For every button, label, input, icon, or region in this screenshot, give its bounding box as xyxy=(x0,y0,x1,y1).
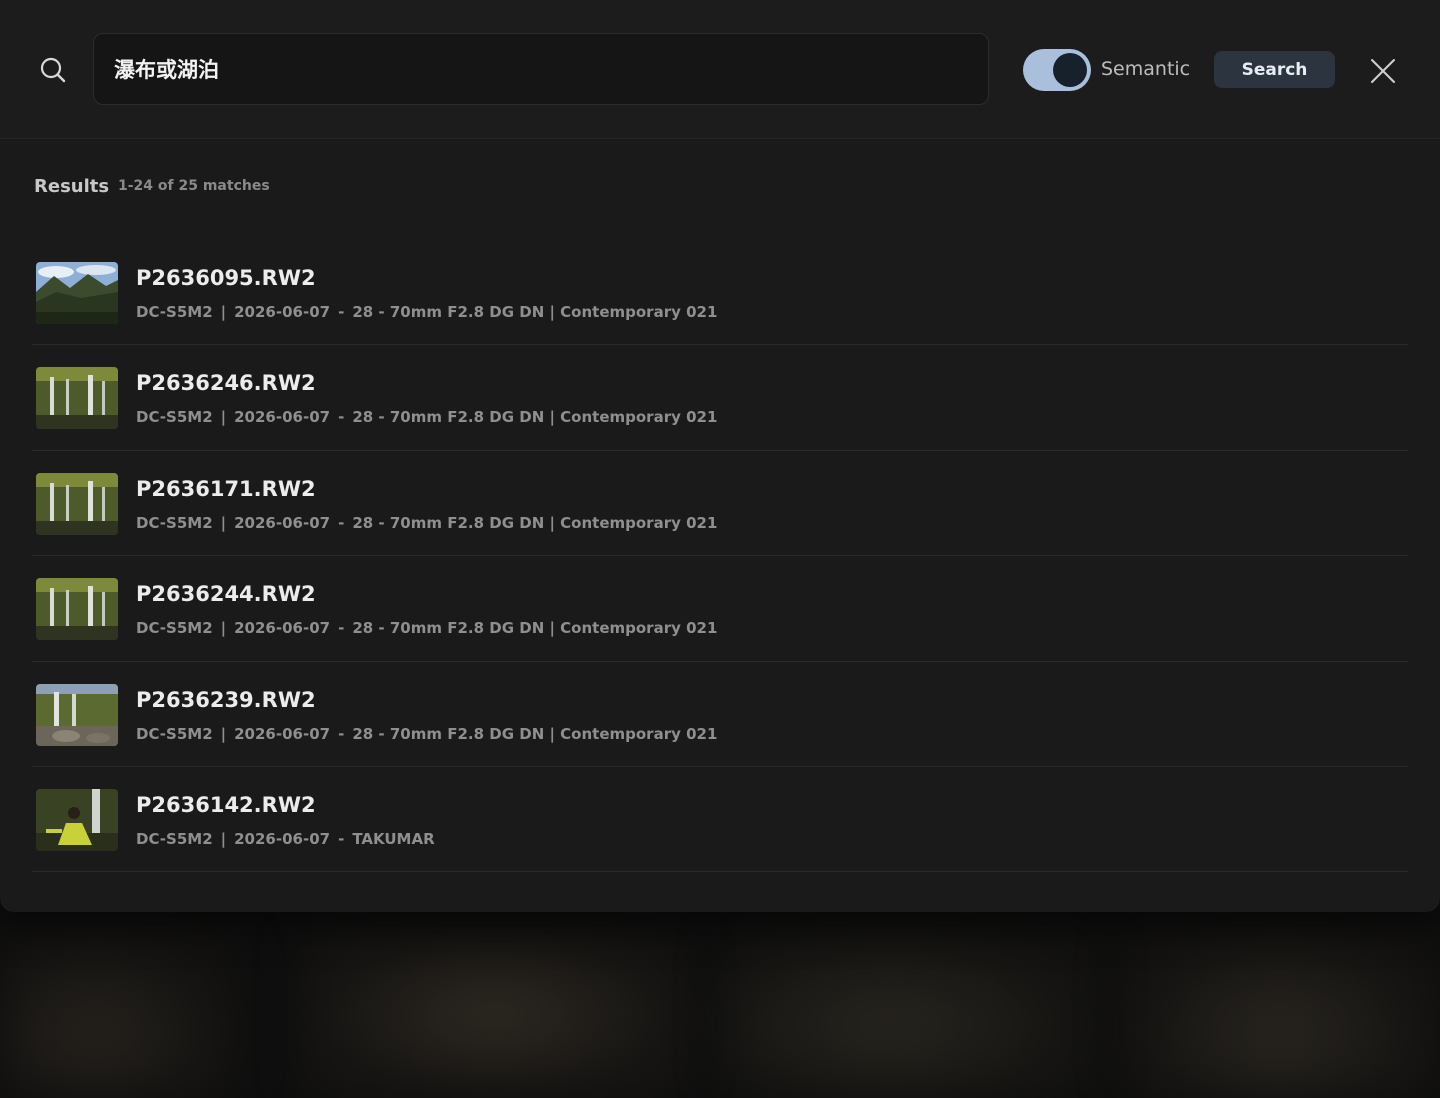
meta-separator: - xyxy=(338,724,345,743)
result-thumbnail[interactable] xyxy=(36,788,118,851)
close-icon[interactable] xyxy=(1368,56,1398,86)
result-filename: P2636246.RW2 xyxy=(136,371,316,396)
result-filename: P2636142.RW2 xyxy=(136,792,316,817)
result-thumbnail[interactable] xyxy=(36,262,118,324)
result-thumbnail[interactable] xyxy=(36,472,118,535)
result-lens: 28 - 70mm F2.8 DG DN | Contemporary 021 xyxy=(352,619,718,638)
result-date: 2026-06-07 xyxy=(234,619,331,638)
result-meta: DC-S5M2 | 2026-06-07-28 - 70mm F2.8 DG DN … xyxy=(136,303,717,321)
meta-separator: - xyxy=(338,408,345,427)
result-lens: 28 - 70mm F2.8 DG DN | Contemporary 021 xyxy=(352,303,718,321)
result-row[interactable]: P2636246.RW2 DC-S5M2 | 2026-06-07-28 - 70mm… xyxy=(32,345,1408,451)
result-meta: DC-S5M2 | 2026-06-07-28 - 70mm F2.8 DG DN … xyxy=(136,408,717,426)
background-thumbnail xyxy=(0,930,240,1098)
meta-separator: | xyxy=(220,619,227,638)
search-modal: Semantic Search Results 1-24 of 25 match… xyxy=(0,0,1440,912)
semantic-toggle[interactable] xyxy=(1023,49,1091,91)
result-camera: DC-S5M2 xyxy=(136,408,213,427)
result-camera: DC-S5M2 xyxy=(136,829,213,848)
result-meta: DC-S5M2 | 2026-06-07-28 - 70mm F2.8 DG DN … xyxy=(136,619,717,637)
background-thumbnail xyxy=(720,930,1100,1098)
result-meta: DC-S5M2 | 2026-06-07-28 - 70mm F2.8 DG DN … xyxy=(136,514,717,532)
result-row[interactable]: P2636239.RW2 DC-S5M2 | 2026-06-07-28 - 70mm… xyxy=(32,662,1408,767)
result-camera: DC-S5M2 xyxy=(136,513,213,532)
result-row[interactable]: P2636095.RW2 DC-S5M2 | 2026-06-07-28 - 70mm… xyxy=(32,240,1408,346)
meta-separator: - xyxy=(338,513,345,532)
result-lens: 28 - 70mm F2.8 DG DN | Contemporary 021 xyxy=(352,408,718,427)
meta-separator: | xyxy=(220,829,227,848)
result-lens: 28 - 70mm F2.8 DG DN | Contemporary 021 xyxy=(352,513,718,532)
result-meta: DC-S5M2 | 2026-06-07- TAKUMAR xyxy=(136,830,435,848)
meta-separator: - xyxy=(338,619,345,638)
result-row[interactable]: P2636171.RW2 DC-S5M2 | 2026-06-07-28 - 70mm… xyxy=(32,451,1408,557)
results-list: P2636095.RW2 DC-S5M2 | 2026-06-07-28 - 70mm… xyxy=(32,240,1408,873)
meta-separator: - xyxy=(338,829,345,848)
result-date: 2026-06-07 xyxy=(234,408,331,427)
result-filename: P2636244.RW2 xyxy=(136,582,316,607)
results-title: Results xyxy=(34,176,110,197)
result-filename: P2636171.RW2 xyxy=(136,476,316,501)
result-row[interactable]: P2636244.RW2 DC-S5M2 | 2026-06-07-28 - 70mm… xyxy=(32,556,1408,662)
meta-separator: | xyxy=(220,724,227,743)
result-filename: P2636239.RW2 xyxy=(136,687,316,712)
results-count: 1-24 of 25 matches xyxy=(118,178,270,194)
search-button[interactable]: Search xyxy=(1214,51,1335,88)
result-thumbnail[interactable] xyxy=(36,683,118,746)
background-thumbnail xyxy=(300,930,690,1098)
result-thumbnail[interactable] xyxy=(36,367,118,430)
search-icon xyxy=(40,57,66,83)
result-filename: P2636095.RW2 xyxy=(136,266,316,290)
result-camera: DC-S5M2 xyxy=(136,303,213,321)
search-header: Semantic Search xyxy=(0,0,1440,139)
result-date: 2026-06-07 xyxy=(234,724,331,743)
meta-separator: | xyxy=(220,408,227,427)
result-date: 2026-06-07 xyxy=(234,829,331,848)
result-camera: DC-S5M2 xyxy=(136,619,213,638)
result-row[interactable]: P2636142.RW2 DC-S5M2 | 2026-06-07- TAKUMAR xyxy=(32,767,1408,873)
meta-separator: | xyxy=(220,513,227,532)
search-input[interactable] xyxy=(94,34,988,104)
result-lens: TAKUMAR xyxy=(352,829,435,848)
meta-separator: - xyxy=(338,303,345,321)
result-camera: DC-S5M2 xyxy=(136,724,213,743)
toggle-knob xyxy=(1053,53,1087,87)
results-header: Results 1-24 of 25 matches xyxy=(34,176,270,197)
semantic-label: Semantic xyxy=(1101,58,1191,80)
result-meta: DC-S5M2 | 2026-06-07-28 - 70mm F2.8 DG DN … xyxy=(136,725,717,743)
result-date: 2026-06-07 xyxy=(234,513,331,532)
result-thumbnail[interactable] xyxy=(36,578,118,641)
search-field[interactable] xyxy=(93,33,989,105)
result-lens: 28 - 70mm F2.8 DG DN | Contemporary 021 xyxy=(352,724,718,743)
background-thumbnail xyxy=(1120,930,1440,1098)
result-date: 2026-06-07 xyxy=(234,303,331,321)
meta-separator: | xyxy=(220,303,227,321)
